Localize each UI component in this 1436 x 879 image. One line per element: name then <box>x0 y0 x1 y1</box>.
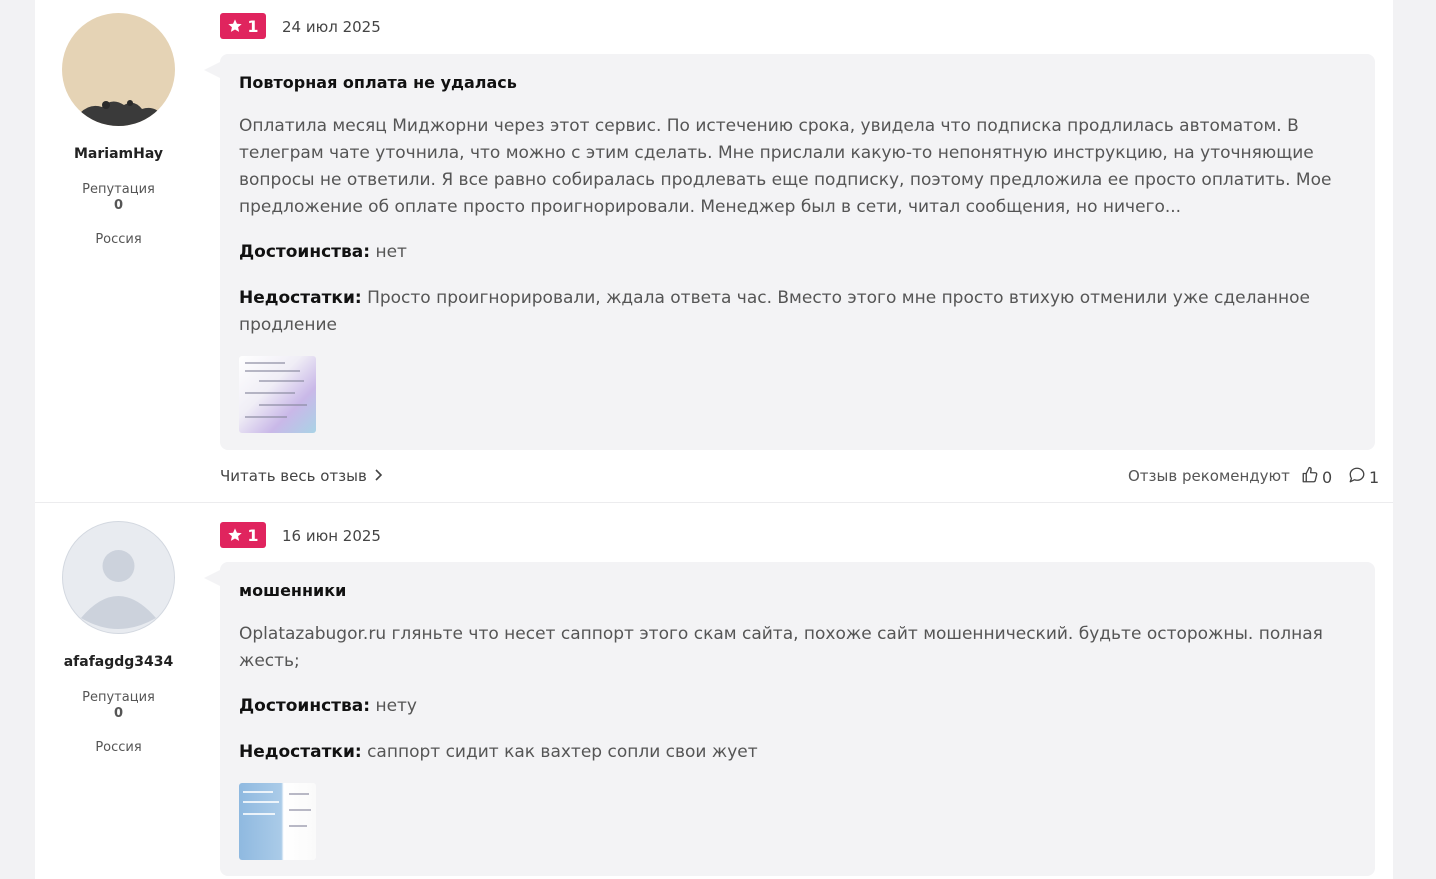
attachment-thumbnail[interactable] <box>239 356 316 433</box>
reputation-value: 0 <box>113 198 124 213</box>
review-pros: Достоинства: нет <box>239 239 1334 266</box>
review-title[interactable]: мошенники <box>239 581 346 600</box>
attachment-thumbnail[interactable] <box>239 783 316 860</box>
review-date: 24 июл 2025 <box>282 18 381 36</box>
rating-value: 1 <box>247 525 259 545</box>
pros-label: Достоинства: <box>239 696 371 716</box>
review-item: afafagdg3434 Репутация 0 Россия 1 16 июн… <box>35 503 1393 879</box>
chevron-right-icon <box>373 467 383 485</box>
author-name[interactable]: afafagdg3434 <box>35 654 202 670</box>
pros-text: нет <box>375 242 407 262</box>
rating-badge: 1 <box>220 13 266 39</box>
star-icon <box>227 18 243 34</box>
cons-label: Недостатки: <box>239 288 362 308</box>
cons-text: саппорт сидит как вахтер сопли свои жует <box>367 742 758 762</box>
rating-badge: 1 <box>220 522 266 548</box>
review-body: Оплатила месяц Миджорни через этот серви… <box>239 116 1332 217</box>
pros-label: Достоинства: <box>239 242 371 262</box>
review-date: 16 июн 2025 <box>282 527 381 545</box>
avatar[interactable] <box>62 13 175 126</box>
author-country: Россия <box>95 232 142 247</box>
author-name[interactable]: MariamHay <box>35 146 202 162</box>
comments-button[interactable]: 1 <box>1348 466 1379 488</box>
review-body: Oplatazabugor.ru гляньте что несет саппо… <box>239 624 1323 671</box>
comment-icon <box>1348 466 1366 488</box>
review-title[interactable]: Повторная оплата не удалась <box>239 73 517 92</box>
review-cons: Недостатки: саппорт сидит как вахтер соп… <box>239 739 1334 766</box>
pros-text: нету <box>375 696 417 716</box>
reputation-label: Репутация <box>82 690 155 705</box>
review-item: MariamHay Репутация 0 Россия 1 24 июл 20… <box>35 0 1393 503</box>
rating-value: 1 <box>247 16 259 36</box>
like-count: 0 <box>1322 467 1333 487</box>
recommend-label: Отзыв рекомендуют <box>1128 467 1290 485</box>
review-cons: Недостатки: Просто проигнорировали, ждал… <box>239 285 1334 339</box>
like-button[interactable]: 0 <box>1301 466 1332 488</box>
reviews-list: MariamHay Репутация 0 Россия 1 24 июл 20… <box>35 0 1393 879</box>
read-full-review-label: Читать весь отзыв <box>220 467 367 485</box>
read-full-review-link[interactable]: Читать весь отзыв <box>220 467 383 485</box>
author-country: Россия <box>95 740 142 755</box>
cons-label: Недостатки: <box>239 742 362 762</box>
comment-count: 1 <box>1369 467 1380 487</box>
avatar[interactable] <box>62 521 175 634</box>
review-card: Повторная оплата не удалась Оплатила мес… <box>204 54 1375 450</box>
cons-text: Просто проигнорировали, ждала ответа час… <box>239 288 1310 335</box>
reputation-label: Репутация <box>82 182 155 197</box>
star-icon <box>227 527 243 543</box>
thumbs-up-icon <box>1301 466 1319 488</box>
review-card: мошенники Oplatazabugor.ru гляньте что н… <box>204 562 1375 876</box>
review-pros: Достоинства: нету <box>239 693 1334 720</box>
reputation-value: 0 <box>113 706 124 721</box>
